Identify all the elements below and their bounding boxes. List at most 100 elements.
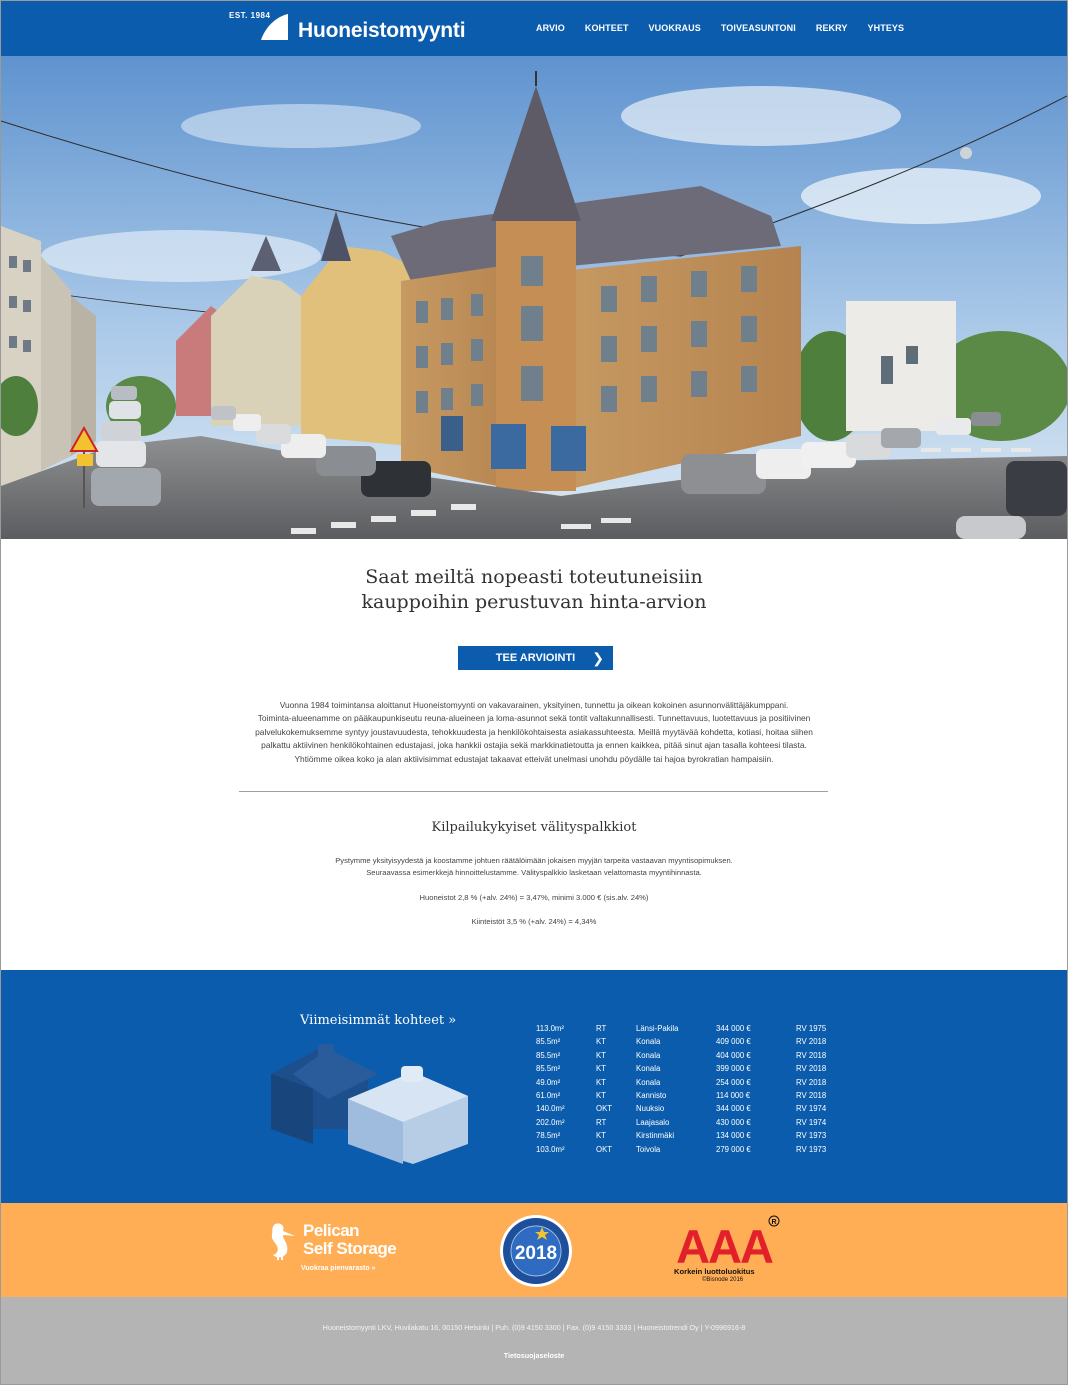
- tee-arviointi-button[interactable]: TEE ARVIOINTI ❯: [458, 646, 613, 670]
- listing-price: 254 000 €: [716, 1077, 751, 1087]
- fees-description: Pystymme yksityisyydestä ja koostamme jo…: [1, 855, 1067, 879]
- listing-type: OKT: [596, 1144, 613, 1154]
- intro-heading-line-1: Saat meiltä nopeasti toteutuneisiin: [365, 566, 703, 588]
- fees-description-line: Seuraavassa esimerkkejä hinnoittelustamm…: [366, 868, 702, 877]
- listing-year: RV 2018: [796, 1037, 827, 1047]
- listing-area: Laajasalo: [636, 1117, 670, 1127]
- logo-name: Huoneistomyynti: [298, 19, 466, 42]
- main-nav: ARVIO KOHTEET VUOKRAUS TOIVEASUNTONI REK…: [536, 23, 924, 33]
- fees-description-line: Pystymme yksityisyydestä ja koostamme jo…: [335, 856, 733, 865]
- nav-item-toiveasuntoni[interactable]: TOIVEASUNTONI: [721, 23, 796, 33]
- sail-logo-icon: [261, 14, 288, 40]
- nav-item-vuokraus[interactable]: VUOKRAUS: [649, 23, 701, 33]
- listing-row[interactable]: 85.5m² KT Konala 409 000 € RV 2018: [536, 1037, 836, 1050]
- listing-area: Kannisto: [636, 1090, 667, 1100]
- listing-row[interactable]: 61.0m² KT Kannisto 114 000 € RV 2018: [536, 1091, 836, 1104]
- award-badge-2018[interactable]: 2018: [499, 1214, 573, 1288]
- listing-year: RV 1975: [796, 1024, 827, 1033]
- nav-item-kohteet[interactable]: KOHTEET: [585, 23, 629, 33]
- svg-text:R: R: [771, 1219, 776, 1226]
- listing-row[interactable]: 49.0m² KT Konala 254 000 € RV 2018: [536, 1078, 836, 1091]
- latest-listings-section: Viimeisimmät kohteet » 113.0m² RT Länsi-Pa…: [1, 970, 1067, 1203]
- section-divider: [239, 791, 828, 792]
- pelican-name: Pelican Self Storage: [303, 1221, 397, 1258]
- badge-year: 2018: [515, 1243, 557, 1264]
- listing-size: 103.0m²: [536, 1144, 565, 1154]
- intro-paragraph-line: Yhtiömme oikea koko ja alan aktiivisimma…: [294, 753, 774, 764]
- cta-label: TEE ARVIOINTI: [495, 652, 576, 664]
- rent-storage-link[interactable]: Vuokraa pienvarasto »: [301, 1265, 375, 1272]
- listing-price: 344 000 €: [716, 1024, 751, 1033]
- listing-type: KT: [596, 1037, 606, 1047]
- listing-price: 344 000 €: [716, 1104, 751, 1114]
- intro-paragraph-line: palkattu aktiivinen henkilökohtainen edu…: [261, 740, 807, 751]
- intro-paragraph-line: Vuonna 1984 toimintansa aloittanut Huone…: [279, 700, 789, 710]
- intro-heading: Saat meiltä nopeasti toteutuneisiin kaup…: [1, 565, 1067, 615]
- listing-type: KT: [596, 1077, 606, 1087]
- listing-row[interactable]: 85.5m² KT Konala 404 000 € RV 2018: [536, 1051, 836, 1064]
- listing-area: Konala: [636, 1064, 661, 1074]
- listing-type: RT: [596, 1024, 607, 1033]
- listing-row[interactable]: 85.5m² KT Konala 399 000 € RV 2018: [536, 1064, 836, 1077]
- listing-price: 134 000 €: [716, 1131, 751, 1141]
- aaa-logo-icon: AAA R: [676, 1215, 780, 1267]
- listing-year: RV 2018: [796, 1050, 827, 1060]
- aaa-credit-rating-logo[interactable]: AAA R Korkein luottoluokitus ©Bisnode 20…: [668, 1215, 783, 1290]
- listing-row[interactable]: 78.5m² KT Kirstinmäki 134 000 € RV 1973: [536, 1131, 836, 1144]
- listing-size: 61.0m²: [536, 1090, 561, 1100]
- listing-area: Konala: [636, 1037, 661, 1047]
- intro-paragraph-line: palvelukokemuksemme syntyy joustavuudest…: [255, 726, 813, 737]
- listing-price: 279 000 €: [716, 1144, 751, 1154]
- listing-row[interactable]: 140.0m² OKT Nuuksio 344 000 € RV 1974: [536, 1104, 836, 1117]
- hero-image: [1, 56, 1067, 539]
- aaa-lettering: AAA: [676, 1220, 773, 1267]
- listing-year: RV 1974: [796, 1104, 827, 1114]
- listing-price: 430 000 €: [716, 1117, 751, 1127]
- site-logo[interactable]: EST. 1984 Huoneistomyynti: [229, 11, 489, 47]
- listing-price: 114 000 €: [716, 1090, 751, 1100]
- listing-type: OKT: [596, 1104, 613, 1114]
- listing-area: Kirstinmäki: [636, 1131, 675, 1141]
- listing-size: 85.5m²: [536, 1064, 561, 1074]
- listing-type: KT: [596, 1090, 606, 1100]
- listing-price: 409 000 €: [716, 1037, 751, 1047]
- listing-row[interactable]: 202.0m² RT Laajasalo 430 000 € RV 1974: [536, 1118, 836, 1131]
- site-footer: Huoneistomyynti LKV, Huvilakatu 16, 0015…: [1, 1297, 1067, 1384]
- fees-heading: Kilpailukykyiset välityspalkkiot: [431, 820, 637, 835]
- listings-table: 113.0m² RT Länsi-Pakila 344 000 € RV 1975 85…: [536, 1024, 836, 1158]
- listing-size: 113.0m²: [536, 1024, 565, 1033]
- nav-item-arvio[interactable]: ARVIO: [536, 23, 565, 33]
- listing-area: Konala: [636, 1050, 661, 1060]
- pelican-name-line-1: Pelican: [303, 1221, 360, 1240]
- listing-type: KT: [596, 1050, 606, 1060]
- nav-item-rekry[interactable]: REKRY: [816, 23, 848, 33]
- listing-area: Toivola: [636, 1144, 661, 1154]
- listing-year: RV 2018: [796, 1077, 827, 1087]
- site-header: EST. 1984 Huoneistomyynti ARVIO KOHTEET …: [1, 1, 1067, 56]
- listing-size: 202.0m²: [536, 1117, 565, 1127]
- intro-paragraph-line: Toiminta-alueenamme on pääkaupunkiseutu …: [257, 713, 811, 724]
- privacy-policy-link[interactable]: Tietosuojaseloste: [1, 1351, 1067, 1360]
- listing-year: RV 1973: [796, 1144, 827, 1154]
- listing-year: RV 2018: [796, 1064, 827, 1074]
- fee-apartments: Huoneistot 2,8 % (+alv. 24%) = 3,47%, mi…: [419, 893, 649, 902]
- listing-year: RV 1973: [796, 1131, 827, 1141]
- partners-section: Pelican Self Storage Vuokraa pienvarasto…: [1, 1203, 1067, 1297]
- chevron-right-icon: ❯: [592, 650, 604, 666]
- listing-size: 49.0m²: [536, 1077, 561, 1087]
- company-contact-info: Huoneistomyynti LKV, Huvilakatu 16, 0015…: [322, 1323, 746, 1332]
- listing-area: Länsi-Pakila: [636, 1024, 679, 1033]
- listing-year: RV 2018: [796, 1090, 827, 1100]
- listing-row[interactable]: 113.0m² RT Länsi-Pakila 344 000 € RV 1975: [536, 1024, 836, 1037]
- listing-row[interactable]: 103.0m² OKT Toivola 279 000 € RV 1973: [536, 1145, 836, 1158]
- latest-listings-link[interactable]: Viimeisimmät kohteet »: [300, 1013, 456, 1028]
- nav-item-yhteys[interactable]: YHTEYS: [868, 23, 905, 33]
- fee-properties: Kiinteistöt 3,5 % (+alv. 24%) = 4,34%: [471, 917, 597, 926]
- aaa-label: Korkein luottoluokitus: [674, 1267, 755, 1276]
- listing-size: 78.5m²: [536, 1131, 561, 1141]
- listing-size: 85.5m²: [536, 1050, 561, 1060]
- listing-year: RV 1974: [796, 1117, 827, 1127]
- aaa-note: ©Bisnode 2016: [702, 1277, 744, 1283]
- listing-area: Konala: [636, 1077, 661, 1087]
- listing-price: 399 000 €: [716, 1064, 751, 1074]
